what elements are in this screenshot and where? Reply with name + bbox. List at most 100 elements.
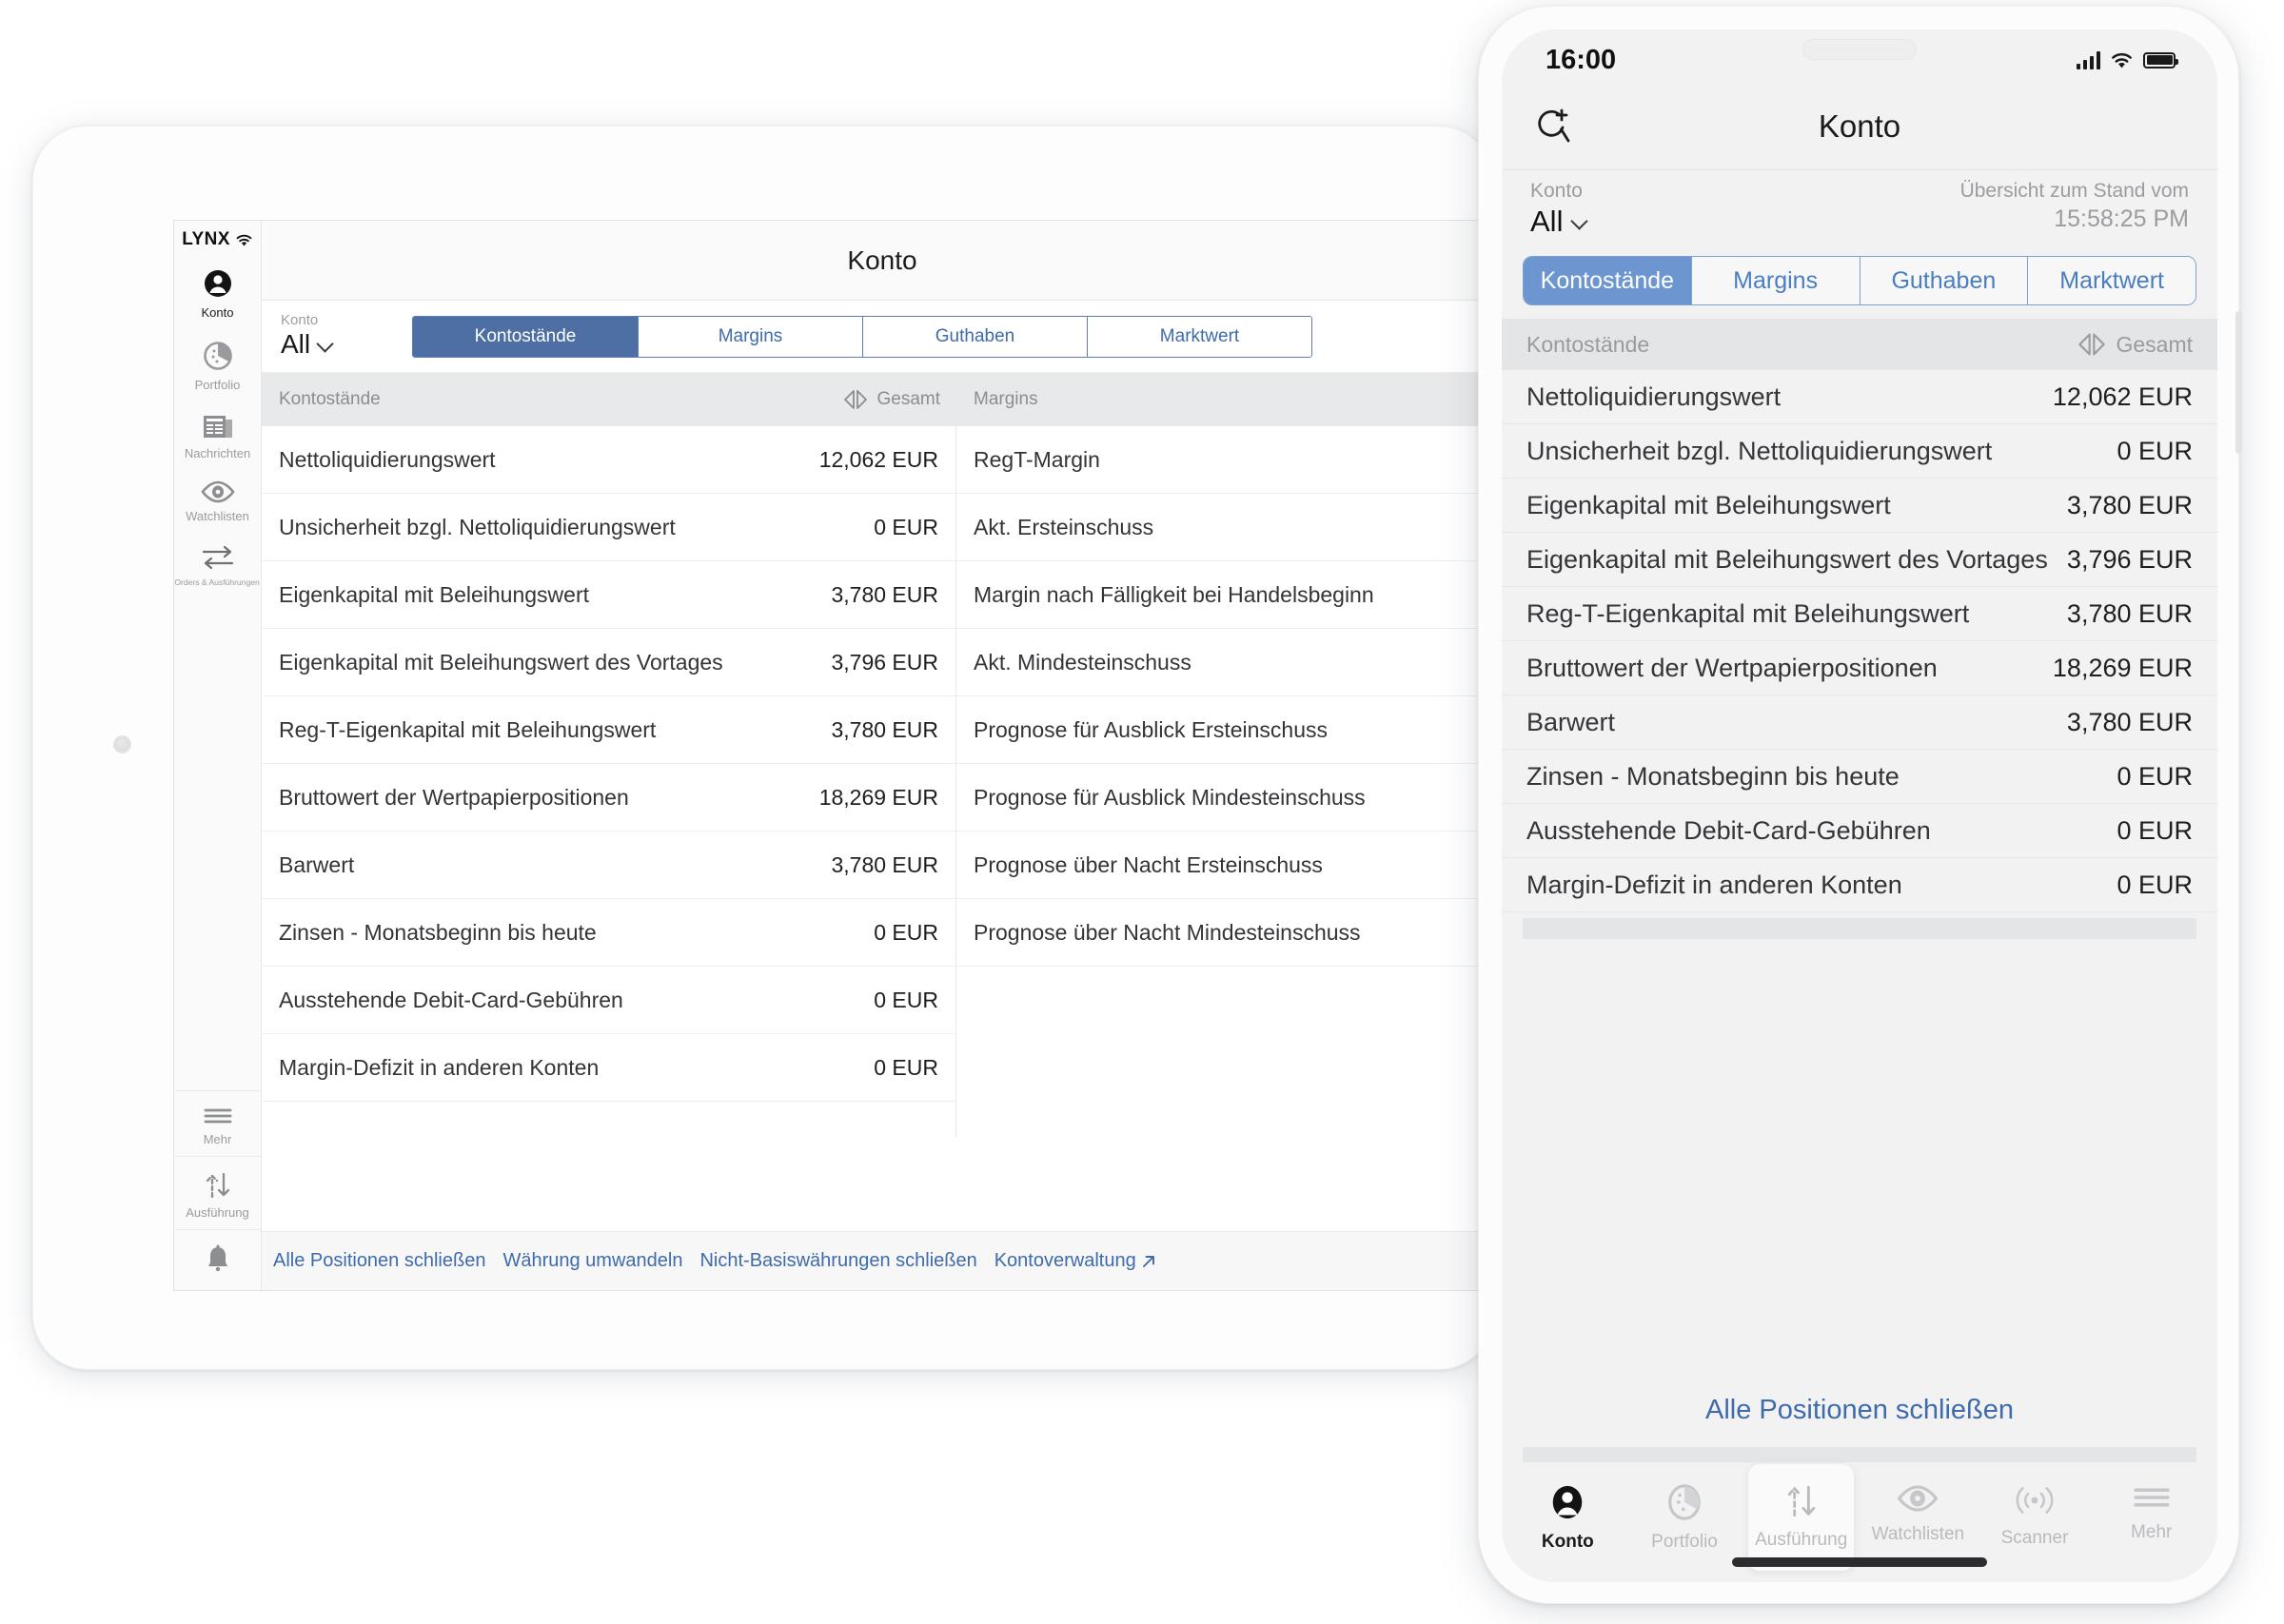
panel-header-right[interactable]: Gesamt [843, 388, 940, 411]
alle-positionen-schliessen-button[interactable]: Alle Positionen schließen [1502, 1373, 2217, 1447]
link-label: Kontoverwaltung [994, 1250, 1136, 1271]
table-row[interactable]: Margin nach Fälligkeit bei Handelsbeginn [956, 561, 1503, 629]
list-item[interactable]: Reg-T-Eigenkapital mit Beleihungswert 3,7… [1502, 587, 2217, 641]
chevron-down-icon [318, 337, 333, 352]
row-value: 0 EUR [874, 1054, 938, 1080]
table-row[interactable]: Eigenkapital mit Beleihungswert des Vort… [262, 629, 955, 696]
table-row[interactable]: Akt. Mindesteinschuss [956, 629, 1503, 696]
row-label: Ausstehende Debit-Card-Gebühren [1526, 815, 1931, 845]
row-label: Akt. Ersteinschuss [974, 514, 1154, 539]
phone-status-bar: 16:00 [1502, 29, 2217, 83]
row-label: Reg-T-Eigenkapital mit Beleihungswert [1526, 598, 1970, 628]
tabbar-item-konto[interactable]: Konto [1509, 1470, 1626, 1553]
tabbar-label: Portfolio [1651, 1532, 1718, 1552]
up-down-arrows-icon [201, 1170, 235, 1201]
hamburger-icon [2131, 1481, 2173, 1514]
table-row[interactable]: Margin-Defizit in anderen Konten 0 EUR [262, 1034, 955, 1102]
sidebar-item-ausfuehrung[interactable]: Ausführung [174, 1156, 261, 1229]
tabbar-item-ausfuehrung[interactable]: Ausführung [1743, 1464, 1860, 1571]
tab-margins[interactable]: Margins [1690, 257, 1860, 304]
list-item[interactable]: Unsicherheit bzgl. Nettoliquidierungswer… [1502, 424, 2217, 479]
tab-kontostaende[interactable]: Kontostände [413, 316, 638, 357]
table-row[interactable]: Unsicherheit bzgl. Nettoliquidierungswer… [262, 494, 955, 561]
account-value: All [1530, 205, 1564, 238]
table-row[interactable]: Bruttowert der Wertpapierpositionen 18,26… [262, 764, 955, 832]
sidebar-item-konto[interactable]: Konto [174, 255, 261, 327]
list-item[interactable]: Eigenkapital mit Beleihungswert 3,780 EUR [1502, 479, 2217, 533]
list-item[interactable]: Nettoliquidierungswert 12,062 EUR [1502, 370, 2217, 424]
row-label: Zinsen - Monatsbeginn bis heute [1526, 761, 1900, 791]
tab-margins[interactable]: Margins [638, 316, 862, 357]
phone-volume-button[interactable] [2235, 311, 2242, 454]
tabbar-label: Scanner [2000, 1528, 2069, 1548]
table-row[interactable]: Akt. Ersteinschuss [956, 494, 1503, 561]
list-header-right[interactable]: Gesamt [2077, 331, 2193, 358]
account-selector[interactable]: Konto All [281, 312, 395, 361]
tab-guthaben[interactable]: Guthaben [1859, 257, 2028, 304]
table-row[interactable]: Prognose für Ausblick Mindesteinschuss [956, 764, 1503, 832]
list-item[interactable]: Margin-Defizit in anderen Konten 0 EUR [1502, 858, 2217, 912]
sidebar-item-portfolio[interactable]: Portfolio [174, 327, 261, 400]
screenshot-stage: LYNX Konto Portfolio Nachrichten Watchli… [0, 0, 2284, 1624]
row-value: 3,780 EUR [2066, 598, 2193, 628]
list-item[interactable]: Barwert 3,780 EUR [1502, 695, 2217, 750]
phone-screen: 16:00 Konto Konto All Übersicht zum Stan… [1502, 29, 2217, 1582]
list-item[interactable]: Ausstehende Debit-Card-Gebühren 0 EUR [1502, 804, 2217, 858]
table-row[interactable]: Prognose für Ausblick Ersteinschuss [956, 696, 1503, 764]
sidebar-item-nachrichten[interactable]: Nachrichten [174, 400, 261, 468]
tabbar-item-scanner[interactable]: Scanner [1977, 1470, 2094, 1549]
transfer-arrows-icon [199, 542, 237, 573]
sidebar-item-label: Mehr [203, 1132, 232, 1146]
sidebar-item-mehr[interactable]: Mehr [174, 1090, 261, 1156]
link-kontoverwaltung[interactable]: Kontoverwaltung [994, 1250, 1157, 1272]
sidebar-item-alerts[interactable] [174, 1229, 261, 1290]
hamburger-icon [202, 1105, 234, 1127]
person-icon [1546, 1481, 1588, 1523]
sidebar-item-label: Ausführung [186, 1205, 249, 1220]
table-row[interactable]: Ausstehende Debit-Card-Gebühren 0 EUR [262, 967, 955, 1034]
home-indicator [1732, 1557, 1987, 1567]
row-label: Ausstehende Debit-Card-Gebühren [279, 987, 623, 1012]
row-label: Eigenkapital mit Beleihungswert [1526, 490, 1891, 519]
table-row[interactable]: Eigenkapital mit Beleihungswert 3,780 EUR [262, 561, 955, 629]
tab-label: Margins [718, 325, 783, 346]
table-row[interactable]: Barwert 3,780 EUR [262, 832, 955, 899]
sidebar-item-watchlisten[interactable]: Watchlisten [174, 468, 261, 531]
list-header-right-label: Gesamt [2116, 331, 2193, 357]
brand-label: LYNX [182, 229, 230, 249]
table-row[interactable]: RegT-Margin [956, 426, 1503, 494]
list-item[interactable]: Zinsen - Monatsbeginn bis heute 0 EUR [1502, 750, 2217, 804]
tab-guthaben[interactable]: Guthaben [862, 316, 1087, 357]
row-label: Bruttowert der Wertpapierpositionen [279, 784, 629, 810]
tabbar-item-watchlisten[interactable]: Watchlisten [1860, 1470, 1977, 1545]
table-row[interactable]: Nettoliquidierungswert 12,062 EUR [262, 426, 955, 494]
table-row[interactable]: Prognose über Nacht Ersteinschuss [956, 832, 1503, 899]
tab-label: Kontostände [474, 325, 577, 346]
sidebar-item-label: Nachrichten [184, 446, 251, 460]
tabbar-item-portfolio[interactable]: Portfolio [1626, 1470, 1743, 1553]
tabbar-label: Mehr [2131, 1522, 2173, 1542]
tab-kontostaende[interactable]: Kontostände [1524, 257, 1691, 304]
tab-label: Marktwert [1159, 325, 1240, 346]
phone-subbar: Konto All Übersicht zum Stand vom 15:58:… [1502, 170, 2217, 243]
panel-title: Margins [974, 389, 1038, 409]
row-label: Eigenkapital mit Beleihungswert [279, 581, 590, 607]
sidebar-item-orders-ausfuehrungen[interactable]: Orders & Ausführungen [174, 531, 261, 596]
table-row[interactable]: Reg-T-Eigenkapital mit Beleihungswert 3,7… [262, 696, 955, 764]
list-item[interactable]: Eigenkapital mit Beleihungswert des Vort… [1502, 533, 2217, 587]
tablet-content: Konto Konto All Kontostände Margins Guth… [262, 221, 1503, 1290]
tab-marktwert[interactable]: Marktwert [2027, 257, 2195, 304]
link-nicht-basiswaehrungen-schliessen[interactable]: Nicht-Basiswährungen schließen [699, 1250, 976, 1272]
account-selector[interactable]: Konto All [1530, 180, 1587, 239]
link-waehrung-umwandeln[interactable]: Währung umwandeln [502, 1250, 682, 1272]
tablet-footer-links: Alle Positionen schließen Währung umwand… [262, 1231, 1503, 1290]
tab-marktwert[interactable]: Marktwert [1087, 316, 1311, 357]
tab-label: Marktwert [2059, 266, 2164, 294]
tabbar-item-mehr[interactable]: Mehr [2093, 1470, 2210, 1543]
table-row[interactable]: Prognose über Nacht Mindesteinschuss [956, 899, 1503, 967]
link-alle-positionen-schliessen[interactable]: Alle Positionen schließen [273, 1250, 485, 1272]
table-row[interactable]: Zinsen - Monatsbeginn bis heute 0 EUR [262, 899, 955, 967]
row-value: 3,796 EUR [2066, 544, 2193, 574]
list-separator [1523, 918, 2196, 939]
list-item[interactable]: Bruttowert der Wertpapierpositionen 18,26… [1502, 641, 2217, 695]
